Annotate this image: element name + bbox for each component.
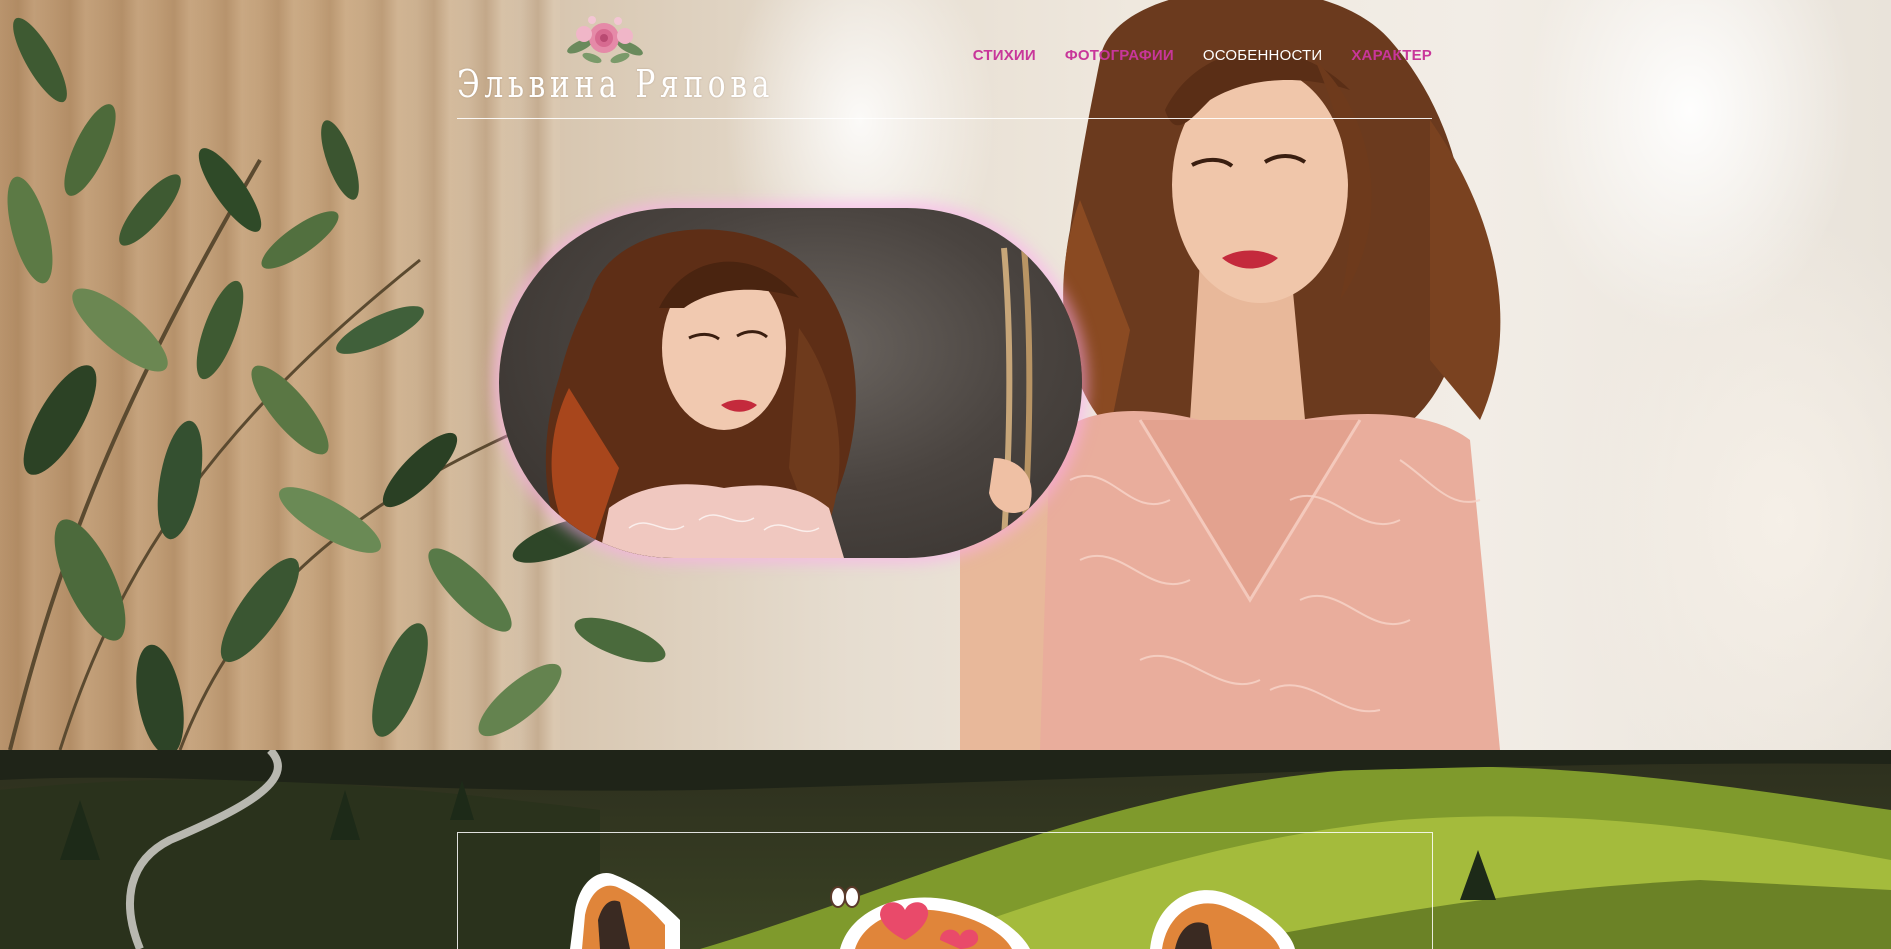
nav-link-stikhii[interactable]: СТИХИИ <box>973 47 1036 64</box>
main-nav: СТИХИИ ФОТОГРАФИИ ОСОБЕННОСТИ ХАРАКТЕР <box>973 47 1432 64</box>
featured-photo <box>499 208 1082 558</box>
logo-text: Эльвина Ряпова <box>457 62 775 106</box>
nav-link-fotografii[interactable]: ФОТОГРАФИИ <box>1065 47 1174 64</box>
content-frame <box>457 832 1433 949</box>
flower-icon <box>567 16 643 64</box>
page: Эльвина Ряпова СТИХИИ ФОТОГРАФИИ ОСОБЕНН… <box>0 0 1891 949</box>
hero-section: Эльвина Ряпова СТИХИИ ФОТОГРАФИИ ОСОБЕНН… <box>0 0 1891 750</box>
nav-link-osobennosti[interactable]: ОСОБЕННОСТИ <box>1203 47 1323 64</box>
featured-portrait-image <box>545 229 1033 558</box>
site-header: Эльвина Ряпова СТИХИИ ФОТОГРАФИИ ОСОБЕНН… <box>457 0 1432 119</box>
nav-link-kharakter[interactable]: ХАРАКТЕР <box>1351 47 1432 64</box>
site-logo[interactable]: Эльвина Ряпова <box>457 12 769 107</box>
